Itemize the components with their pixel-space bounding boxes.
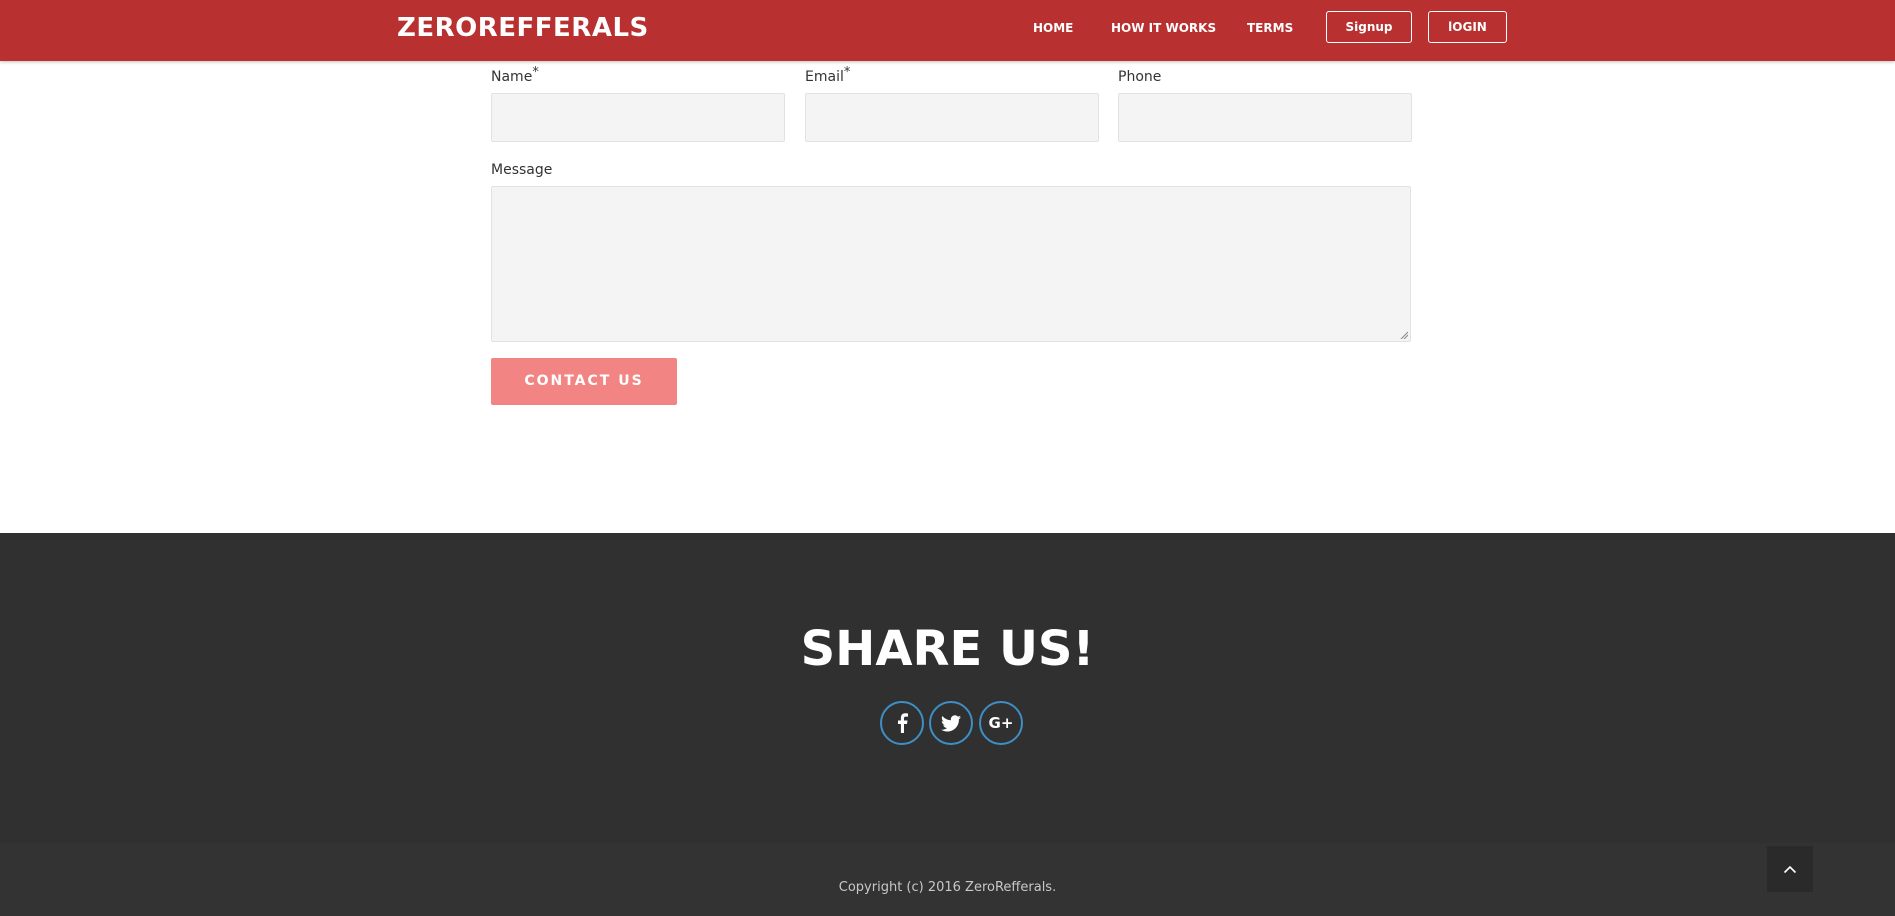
phone-input[interactable] [1118,93,1412,142]
name-label-text: Name [491,69,533,85]
email-label: Email* [805,65,851,87]
resize-grip-icon[interactable] [1400,331,1408,339]
nav-home[interactable]: HOME [1033,20,1073,36]
phone-label-text: Phone [1118,69,1162,85]
facebook-icon [898,713,908,733]
contact-us-button[interactable]: CONTACT US [491,358,677,405]
site-header: ZEROREFFERALS HOME HOW IT WORKS TERMS Si… [0,0,1895,61]
copyright-bar: Copyright (c) 2016 ZeroRefferals. [0,843,1895,916]
phone-label: Phone [1118,68,1161,86]
google-plus-button[interactable]: G+ [979,701,1023,745]
twitter-button[interactable] [929,701,973,745]
signup-button[interactable]: Signup [1326,11,1412,43]
share-section: SHARE US! G+ [0,533,1895,843]
name-label: Name* [491,65,539,87]
message-textarea[interactable] [491,186,1411,342]
login-button[interactable]: lOGIN [1428,11,1507,43]
twitter-icon [941,714,961,731]
facebook-button[interactable] [880,701,924,745]
required-marker: * [843,65,851,80]
google-plus-icon: G+ [988,713,1014,732]
name-input[interactable] [491,93,785,142]
copyright-text: Copyright (c) 2016 ZeroRefferals. [838,880,1057,895]
email-input[interactable] [805,93,1099,142]
site-logo[interactable]: ZEROREFFERALS [397,12,649,44]
required-marker: * [532,65,539,80]
back-to-top-button[interactable] [1767,846,1813,892]
message-label: Message [491,162,553,178]
chevron-up-icon [1783,865,1797,873]
nav-how-it-works[interactable]: HOW IT WORKS [1111,20,1216,36]
nav-terms[interactable]: TERMS [1247,20,1293,36]
share-title: SHARE US! [800,621,1095,677]
email-label-text: Email [805,69,844,85]
